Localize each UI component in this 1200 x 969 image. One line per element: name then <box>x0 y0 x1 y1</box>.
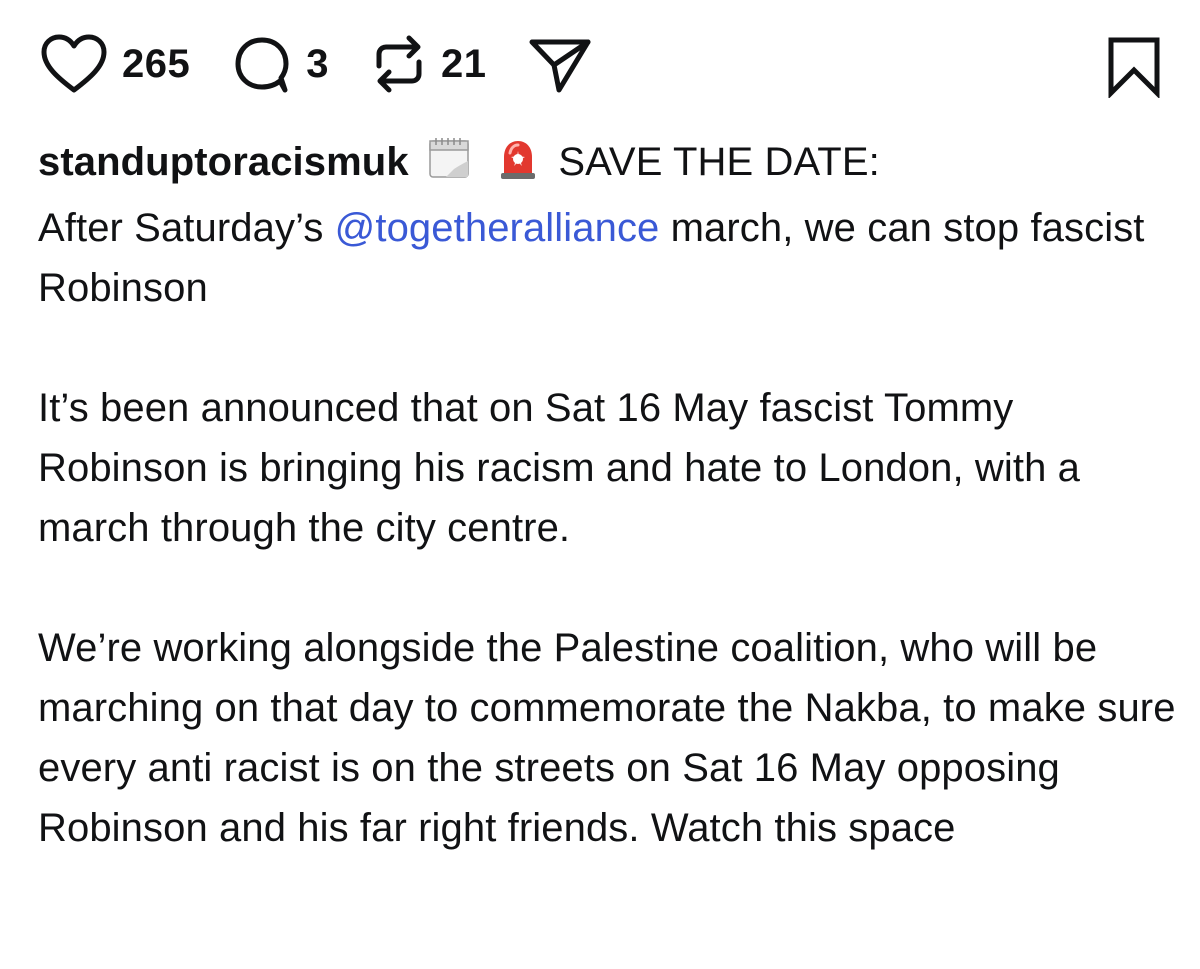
save-button[interactable] <box>1106 36 1162 98</box>
caption-text-before-mention: After Saturday’s <box>38 206 335 250</box>
like-button[interactable]: 265 <box>38 32 190 96</box>
comment-bubble-icon <box>230 32 294 96</box>
bookmark-icon <box>1106 36 1162 98</box>
comment-button[interactable]: 3 <box>230 32 329 96</box>
like-count: 265 <box>122 42 191 86</box>
post-action-bar: 265 3 21 <box>38 32 1162 98</box>
calendar-emoji <box>426 135 472 198</box>
comment-count: 3 <box>306 42 329 86</box>
send-paper-plane-icon <box>527 32 593 96</box>
rotating-light-emoji <box>495 135 541 198</box>
repost-count: 21 <box>441 42 487 86</box>
caption-third-paragraph: We’re working alongside the Palestine co… <box>38 626 1176 850</box>
repost-arrows-icon <box>369 32 429 96</box>
caption-first-paragraph: standuptoracismuk SAVE THE DATE: After S… <box>38 132 1178 318</box>
heart-icon <box>38 32 110 96</box>
repost-button[interactable]: 21 <box>369 32 487 96</box>
mention-link[interactable]: @togetheralliance <box>335 206 660 250</box>
post-caption: standuptoracismuk SAVE THE DATE: After S… <box>38 132 1178 858</box>
share-button[interactable] <box>527 32 593 96</box>
post-headline: SAVE THE DATE: <box>558 140 880 184</box>
post-username[interactable]: standuptoracismuk <box>38 140 409 184</box>
caption-second-paragraph: It’s been announced that on Sat 16 May f… <box>38 386 1080 550</box>
